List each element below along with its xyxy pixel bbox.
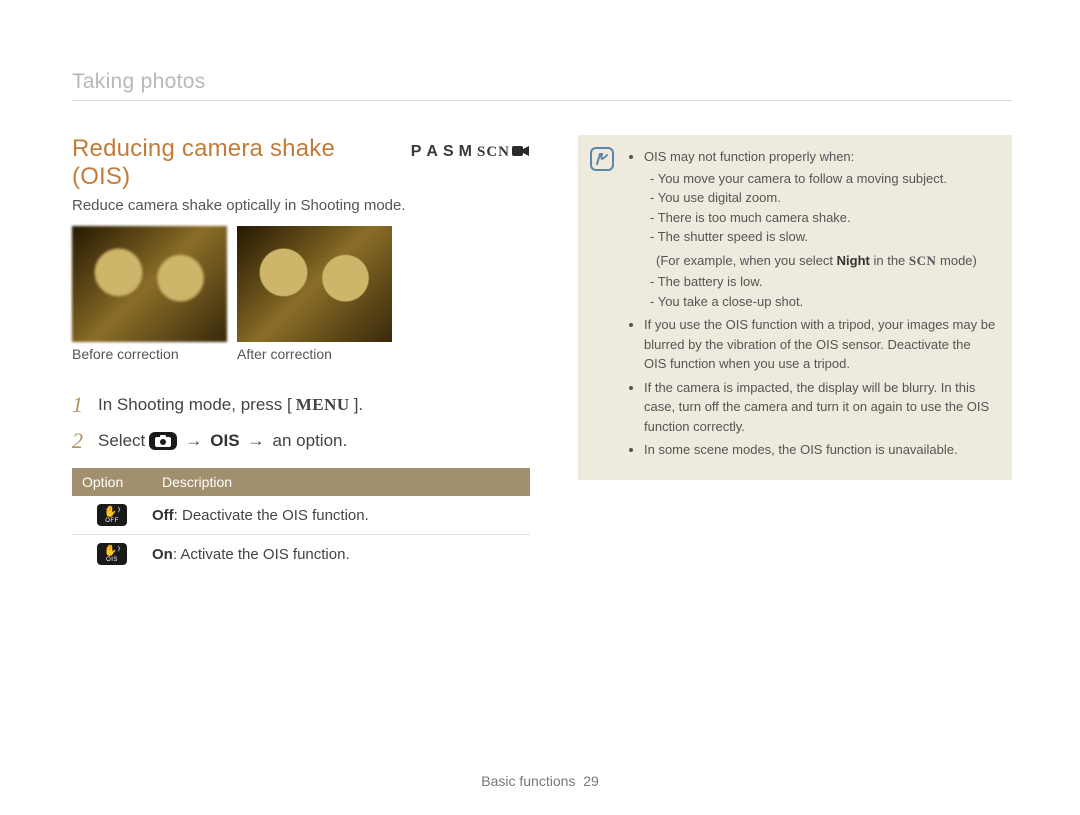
camera-icon [149,432,177,450]
option-lead: Off [152,507,174,524]
mode-video-icon [512,144,530,160]
section-heading: Reducing camera shake (OIS) [72,135,397,191]
sample-before-image [72,226,227,342]
note-bullet-1: OIS may not function properly when: [644,149,854,164]
note-bullet-2: If you use the OIS function with a tripo… [644,315,996,374]
scn-inline-icon: SCN [909,253,937,268]
note-icon [590,147,614,171]
footer-section: Basic functions [481,773,575,789]
note-sub: The shutter speed is slow. [650,227,996,247]
step-number: 2 [72,428,86,454]
step-2-select: Select [98,431,145,451]
note-sub: You move your camera to follow a moving … [650,169,996,189]
note-sub: There is too much camera shake. [650,208,996,228]
table-row: ✋⁾OIS On: Activate the OIS function. [72,535,530,573]
caption-after: After correction [237,346,392,362]
menu-button-label: MENU [296,395,350,415]
step-1: 1 In Shooting mode, press [MENU]. [72,392,530,418]
note-sub: You use digital zoom. [650,188,996,208]
mode-a-icon: A [426,143,441,161]
option-desc: : Activate the OIS function. [173,546,350,563]
note-bullet-4: In some scene modes, the OIS function is… [644,440,996,460]
table-header-option: Option [72,468,152,496]
ois-on-icon: ✋⁾OIS [97,543,127,565]
mode-badges: P A S M SCN [411,143,530,161]
step-2: 2 Select → OIS → an option. [72,428,530,454]
page-footer: Basic functions 29 [0,773,1080,789]
sample-after-image [237,226,392,342]
note-box: OIS may not function properly when: You … [578,135,1012,480]
options-table: Option Description ✋⁾OFF Off: Deactivate… [72,468,530,573]
step-1-text-b: ]. [354,395,363,415]
table-header-description: Description [152,468,530,496]
caption-before: Before correction [72,346,227,362]
mode-s-icon: S [443,143,457,161]
mode-p-icon: P [411,143,425,161]
mode-scn-icon: SCN [477,144,510,161]
note-sub: The battery is low. [650,272,996,292]
divider [72,100,1012,101]
ois-off-icon: ✋⁾OFF [97,504,127,526]
step-1-text-a: In Shooting mode, press [ [98,395,292,415]
note-bullet-3: If the camera is impacted, the display w… [644,378,996,437]
step-2-text-b: an option. [273,431,348,451]
arrow-icon: → [181,431,206,451]
breadcrumb: Taking photos [72,70,1012,94]
arrow-icon: → [244,431,269,451]
step-number: 1 [72,392,86,418]
table-row: ✋⁾OFF Off: Deactivate the OIS function. [72,496,530,535]
mode-m-icon: M [459,143,475,161]
ois-label: OIS [210,431,239,451]
note-paren: (For example, when you select Night in t… [644,251,996,271]
note-sub: You take a close-up shot. [650,292,996,312]
intro-text: Reduce camera shake optically in Shootin… [72,197,530,214]
option-lead: On [152,546,173,563]
footer-page-number: 29 [583,773,599,789]
option-desc: : Deactivate the OIS function. [174,507,369,524]
